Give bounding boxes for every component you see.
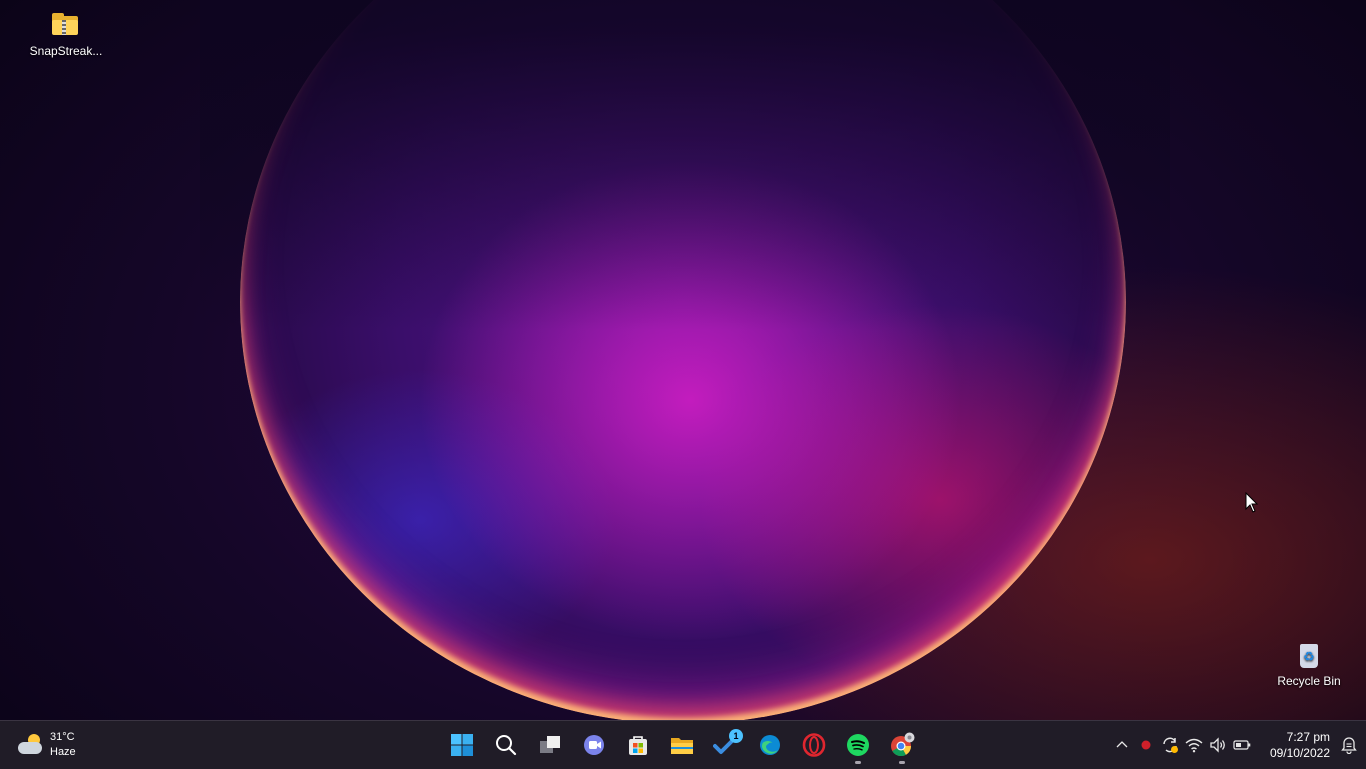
chevron-up-icon <box>1116 741 1128 748</box>
sync-icon <box>1163 737 1178 753</box>
task-view-button[interactable] <box>528 721 572 769</box>
system-tray: 7:27 pm 09/10/2022 <box>1110 721 1366 769</box>
chrome-icon <box>891 732 915 757</box>
spotify-icon <box>847 734 869 756</box>
chrome-button[interactable] <box>880 721 924 769</box>
chat-button[interactable] <box>572 721 616 769</box>
opera-button[interactable] <box>792 721 836 769</box>
mouse-cursor-icon <box>1245 492 1259 513</box>
notification-center-button[interactable] <box>1338 721 1360 769</box>
desktop-wallpaper <box>0 0 1366 720</box>
show-hidden-icons-button[interactable] <box>1110 721 1134 769</box>
windows-start-icon <box>451 734 473 756</box>
weather-temperature: 31°C <box>50 731 75 743</box>
store-icon <box>629 736 647 755</box>
clock[interactable]: 7:27 pm 09/10/2022 <box>1260 729 1330 761</box>
battery-icon <box>1233 740 1251 750</box>
taskbar: 31°C Haze 1 7:27 pm 09/10/2022 <box>0 720 1366 769</box>
task-view-icon <box>540 736 560 753</box>
weather-condition: Haze <box>50 746 76 758</box>
taskbar-apps: 1 <box>440 721 924 769</box>
edge-button[interactable] <box>748 721 792 769</box>
opera-icon <box>802 733 826 757</box>
clock-date: 09/10/2022 <box>1269 746 1330 760</box>
recycle-bin-icon: ♻ <box>1293 638 1325 670</box>
desktop-icon-recycle-bin[interactable]: ♻ Recycle Bin <box>1270 638 1348 688</box>
volume-icon <box>1210 737 1225 753</box>
zipped-folder-icon <box>50 8 82 40</box>
teams-chat-icon <box>584 735 604 755</box>
spotify-button[interactable] <box>836 721 880 769</box>
microsoft-store-button[interactable] <box>616 721 660 769</box>
volume-button[interactable] <box>1206 721 1230 769</box>
notification-icon <box>1341 737 1357 754</box>
running-indicator <box>855 761 861 764</box>
wifi-icon <box>1185 738 1203 753</box>
recording-indicator[interactable] <box>1134 721 1158 769</box>
edge-icon <box>760 735 780 755</box>
todo-button[interactable]: 1 <box>704 721 748 769</box>
desktop-icon-label: SnapStreak... <box>29 44 103 58</box>
start-button[interactable] <box>440 721 484 769</box>
search-icon <box>496 735 517 756</box>
search-button[interactable] <box>484 721 528 769</box>
file-explorer-button[interactable] <box>660 721 704 769</box>
recording-dot-icon <box>1141 740 1151 750</box>
network-button[interactable] <box>1182 721 1206 769</box>
running-indicator <box>899 761 905 764</box>
file-explorer-icon <box>671 738 693 754</box>
desktop-icon-snapstreak[interactable]: SnapStreak... <box>27 8 105 58</box>
partly-cloudy-icon <box>16 733 44 757</box>
battery-button[interactable] <box>1230 721 1254 769</box>
weather-widget[interactable]: 31°C Haze <box>16 729 76 761</box>
desktop-icon-label: Recycle Bin <box>1277 674 1341 688</box>
clock-time: 7:27 pm <box>1286 730 1330 744</box>
sync-tray-button[interactable] <box>1158 721 1182 769</box>
notification-badge: 1 <box>729 729 743 743</box>
